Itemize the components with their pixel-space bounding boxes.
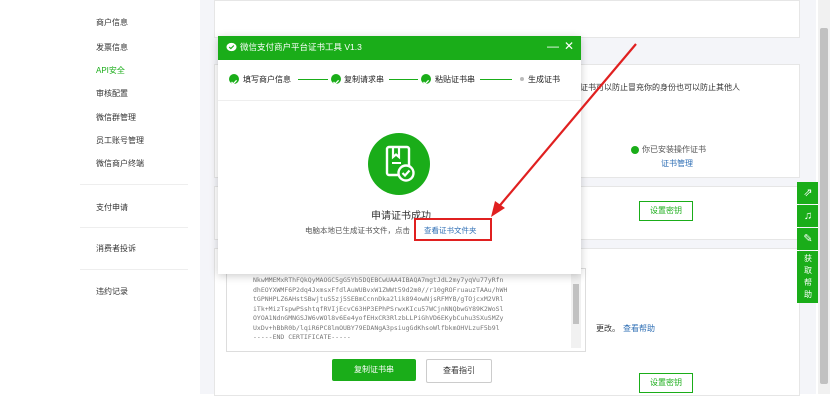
sidebar-item-wechat-group[interactable]: 微信群管理	[96, 112, 136, 123]
cert-text-line: dhEOYXWMF6P2dq4JxmsxFfdlAuWUBvxW1ZWWt59d…	[253, 285, 508, 294]
cert-scrollbar-thumb[interactable]	[573, 284, 579, 324]
cert-manage-link[interactable]: 证书管理	[661, 158, 693, 169]
view-guide-button[interactable]: 查看指引	[426, 359, 492, 383]
sidebar-item-api-security[interactable]: API安全	[96, 65, 125, 76]
close-button[interactable]: ✕	[562, 39, 576, 53]
cert-text-line: iTk+MizTspwPSshtqfRVIjEcvC63HP3EPhPSrwxK…	[253, 304, 504, 313]
sidebar-divider	[80, 227, 188, 228]
sidebar-item-invoice-info[interactable]: 发票信息	[96, 42, 128, 53]
minimize-button[interactable]: —	[546, 39, 560, 53]
left-sidebar	[0, 0, 200, 394]
step-label: 填写商户信息	[243, 75, 291, 84]
share-icon[interactable]: ⇗	[797, 182, 819, 204]
set-apiv3-button[interactable]: 设置密钥	[639, 373, 693, 393]
sidebar-item-complaints[interactable]: 消费者投诉	[96, 243, 136, 254]
cert-text-line: NkwMMEMxRThFQkQyMAOGC5gG5Yb5DQEBCwUAA4IB…	[253, 276, 504, 284]
cert-text-line: OYOA1NdnGMNGSJW6vWOl8v6Ee4yofEHxCR3RlzbL…	[253, 314, 504, 322]
dialog-divider	[218, 100, 581, 101]
step-connector	[389, 79, 418, 80]
view-help-link[interactable]: 查看帮助	[623, 323, 655, 334]
step-connector	[298, 79, 328, 80]
cert-success-icon	[368, 133, 430, 195]
step-label: 生成证书	[528, 75, 560, 84]
annotation-highlight-box	[414, 218, 492, 241]
success-description: 电脑本地已生成证书文件，点击	[305, 226, 410, 235]
sidebar-item-merchant-info[interactable]: 商户信息	[96, 17, 128, 28]
sidebar-divider	[80, 269, 188, 270]
dialog-title: 微信支付商户平台证书工具 V1.3	[240, 42, 362, 52]
bell-icon[interactable]: ♫	[797, 205, 819, 227]
step-label: 复制请求串	[344, 75, 384, 84]
cert-description: 证书可以防止冒充你的身份也可以防止其他人	[580, 83, 740, 92]
apiv3-description: 更改。	[596, 324, 620, 333]
check-circle-icon	[631, 145, 639, 154]
step-label: 粘贴证书串	[435, 75, 475, 84]
step-check-icon	[331, 74, 341, 85]
sidebar-item-staff-accounts[interactable]: 员工账号管理	[96, 135, 144, 146]
sidebar-item-review-config[interactable]: 审核配置	[96, 88, 128, 99]
sidebar-item-pay-apply[interactable]: 支付申请	[96, 202, 128, 213]
copy-cert-button[interactable]: 复制证书串	[332, 359, 416, 381]
sidebar-divider	[80, 184, 188, 185]
wechat-pay-logo-icon	[226, 42, 237, 52]
sidebar-item-terminals[interactable]: 微信商户终端	[96, 158, 144, 169]
set-password-button[interactable]: 设置密钥	[639, 201, 693, 221]
cert-text-line: UxDv+hBbR0b/lqiR6PC8lmOUBY79EDANgA3psiug…	[253, 323, 500, 332]
step-pending-dot	[520, 77, 524, 81]
cert-text-line: tGPNHPLZ6AHstSBwjtuS5zj5SEBmCcnnDka2lik8…	[253, 295, 504, 303]
installed-cert-status: 你已安装操作证书	[631, 144, 706, 155]
step-check-icon	[229, 74, 239, 85]
scrollbar-thumb[interactable]	[820, 28, 828, 384]
step-check-icon	[421, 74, 431, 85]
content-panel-top	[214, 0, 800, 38]
step-connector	[480, 79, 512, 80]
cert-text-line: -----END CERTIFICATE-----	[253, 333, 351, 341]
get-help-button[interactable]: 获 取 帮 助	[797, 251, 819, 303]
sidebar-item-violations[interactable]: 违约记录	[96, 286, 128, 297]
edit-icon[interactable]: ✎	[797, 228, 819, 250]
